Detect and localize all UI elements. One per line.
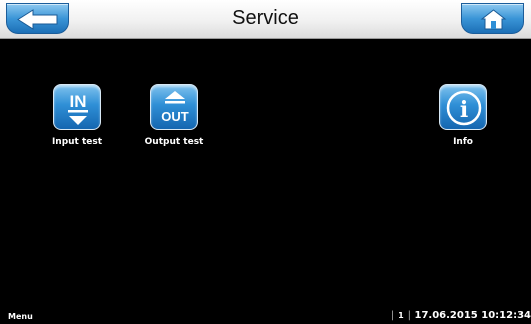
input-test-icon: IN — [53, 84, 101, 130]
info-tile[interactable]: i Info — [423, 84, 503, 147]
info-label: Info — [453, 137, 473, 147]
menu-label[interactable]: Menu — [8, 312, 33, 321]
info-icon-text: i — [460, 97, 468, 123]
home-button[interactable] — [461, 3, 524, 34]
input-test-icon-text: IN — [70, 92, 87, 111]
info-icon: i — [439, 84, 487, 130]
output-test-tile[interactable]: OUT Output test — [134, 84, 214, 147]
page-title: Service — [232, 7, 299, 29]
output-test-icon-text: OUT — [161, 109, 189, 124]
input-test-tile[interactable]: IN Input test — [37, 84, 117, 147]
top-bar: Service — [0, 0, 531, 39]
status-separator: | — [407, 310, 412, 321]
datetime: 17.06.2015 10:12:34 — [414, 310, 531, 321]
output-test-label: Output test — [144, 137, 204, 147]
status-bar: | 1 | 17.06.2015 10:12:34 — [391, 310, 531, 321]
page-number: 1 — [398, 311, 404, 320]
input-test-label: Input test — [51, 137, 103, 147]
status-separator: | — [390, 310, 395, 321]
home-icon — [480, 9, 507, 30]
output-test-icon: OUT — [150, 84, 198, 130]
